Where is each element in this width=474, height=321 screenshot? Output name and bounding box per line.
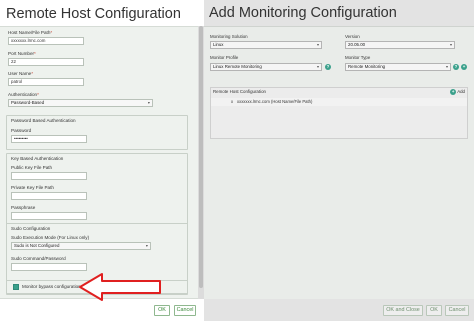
chevron-down-icon: ▾ bbox=[316, 64, 319, 69]
port-number-label: Port Number* bbox=[8, 51, 36, 56]
host-name-label: Host Name/File Path* bbox=[8, 30, 53, 35]
version-label: Version bbox=[345, 34, 360, 39]
sudo-mode-value: Sudo is Not Configured bbox=[14, 243, 60, 248]
list-item[interactable]: x xxxxxxx.lrmc.com (Host Name/File Path) bbox=[211, 98, 467, 106]
chevron-down-icon: ▾ bbox=[147, 100, 150, 105]
add-remote-host-button[interactable]: + Add bbox=[450, 89, 465, 95]
sudo-mode-select[interactable]: Sudo is Not Configured ▾ bbox=[11, 242, 151, 250]
remote-host-configuration-dialog: Remote Host Configuration Host Name/File… bbox=[0, 0, 204, 321]
help-icon[interactable]: ? bbox=[325, 64, 331, 70]
public-key-input[interactable] bbox=[11, 172, 87, 180]
password-input[interactable]: ••••••••• bbox=[11, 135, 87, 143]
monitor-profile-value: Linux Remote Monitoring bbox=[213, 64, 262, 69]
private-key-label: Private Key File Path bbox=[11, 185, 54, 190]
ok-button[interactable]: OK bbox=[426, 305, 442, 316]
remote-host-form: Host Name/File Path* xxxxxxx.lrmc.com Po… bbox=[0, 26, 198, 299]
cancel-button[interactable]: Cancel bbox=[445, 305, 469, 316]
port-number-input[interactable]: 22 bbox=[8, 58, 84, 66]
sudo-command-label: Sudo Command/Password bbox=[11, 256, 66, 261]
authentication-select[interactable]: Password-Based ▾ bbox=[8, 99, 153, 107]
host-name-input[interactable]: xxxxxxx.lrmc.com bbox=[8, 37, 84, 45]
chevron-down-icon: ▾ bbox=[316, 42, 319, 47]
sudo-command-input[interactable] bbox=[11, 263, 87, 271]
monitor-bypass-row: Monitor bypass configuration bbox=[6, 280, 188, 294]
add-icon[interactable]: + bbox=[461, 64, 467, 70]
add-monitoring-configuration-dialog: Add Monitoring Configuration Monitoring … bbox=[204, 0, 474, 321]
private-key-input[interactable] bbox=[11, 192, 87, 200]
monitor-type-label: Monitor Type bbox=[345, 55, 371, 60]
user-name-input[interactable]: patrol bbox=[8, 78, 84, 86]
rhc-panel-title: Remote Host Configuration bbox=[213, 89, 266, 94]
monitoring-solution-value: Linux bbox=[213, 42, 224, 47]
monitor-profile-label: Monitor Profile bbox=[210, 55, 239, 60]
plus-icon: + bbox=[450, 89, 457, 95]
user-name-label: User Name* bbox=[8, 71, 34, 76]
dialog-title: Add Monitoring Configuration bbox=[209, 5, 397, 21]
version-select[interactable]: 20.05.00 ▾ bbox=[345, 41, 455, 49]
authentication-value: Password-Based bbox=[11, 100, 45, 105]
version-value: 20.05.00 bbox=[348, 42, 366, 47]
password-auth-group: Password Based Authentication Password •… bbox=[6, 115, 188, 150]
password-label: Password bbox=[11, 128, 32, 133]
monitor-type-select[interactable]: Remote Monitoring ▾ bbox=[345, 63, 451, 71]
passphrase-label: Passphrase bbox=[11, 205, 36, 210]
ok-and-close-button[interactable]: OK and Close bbox=[383, 305, 423, 316]
chevron-down-icon: ▾ bbox=[445, 64, 448, 69]
scrollbar-thumb[interactable] bbox=[199, 26, 203, 288]
public-key-label: Public Key File Path bbox=[11, 165, 53, 170]
sudo-group-title: Sudo Configuration bbox=[11, 226, 51, 231]
cancel-button[interactable]: Cancel bbox=[174, 305, 196, 316]
remove-icon[interactable]: x bbox=[231, 98, 233, 106]
monitor-bypass-checkbox[interactable] bbox=[13, 284, 19, 290]
help-icon[interactable]: ? bbox=[453, 64, 459, 70]
ok-button[interactable]: OK bbox=[154, 305, 170, 316]
monitoring-solution-label: Monitoring Solution bbox=[210, 34, 248, 39]
monitor-profile-select[interactable]: Linux Remote Monitoring ▾ bbox=[210, 63, 322, 71]
add-label: Add bbox=[457, 89, 465, 95]
password-group-title: Password Based Authentication bbox=[11, 118, 76, 123]
remote-host-entry: xxxxxxx.lrmc.com (Host Name/File Path) bbox=[237, 99, 313, 104]
passphrase-input[interactable] bbox=[11, 212, 87, 220]
remote-host-configuration-panel: Remote Host Configuration + Add x xxxxxx… bbox=[210, 87, 468, 139]
chevron-down-icon: ▾ bbox=[145, 243, 148, 248]
monitoring-form: Monitoring Solution Linux ▾ Version 20.0… bbox=[204, 26, 474, 299]
sudo-mode-label: Sudo Execution Mode (For Linux only) bbox=[11, 235, 90, 240]
authentication-label: Authentication* bbox=[8, 92, 39, 97]
monitor-bypass-label: Monitor bypass configuration bbox=[22, 284, 81, 289]
dialog-title: Remote Host Configuration bbox=[6, 6, 181, 22]
chevron-down-icon: ▾ bbox=[449, 42, 452, 47]
key-group-title: Key Based Authentication bbox=[11, 156, 64, 161]
monitoring-solution-select[interactable]: Linux ▾ bbox=[210, 41, 322, 49]
monitor-type-value: Remote Monitoring bbox=[348, 64, 386, 69]
